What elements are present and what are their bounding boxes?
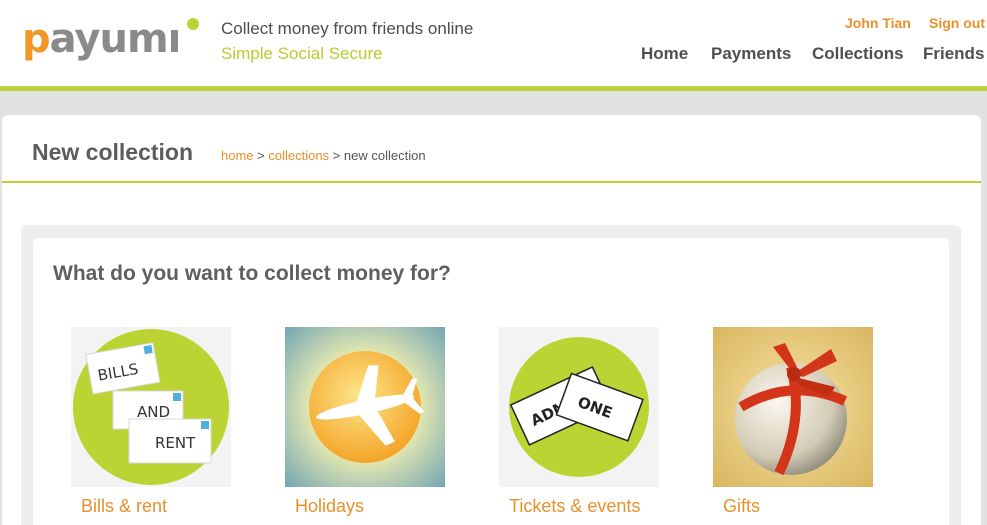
category-question: What do you want to collect money for? xyxy=(53,262,451,285)
category-bills-rent[interactable]: BILLS AND RENT Bills & rent xyxy=(71,327,231,525)
nav-payments[interactable]: Payments xyxy=(711,44,791,64)
breadcrumb-home[interactable]: home xyxy=(221,148,254,163)
nav-home[interactable]: Home xyxy=(641,44,688,64)
breadcrumb: home > collections > new collection xyxy=(221,148,426,163)
title-divider xyxy=(2,181,981,183)
page-title: New collection xyxy=(32,139,194,165)
category-label: Holidays xyxy=(295,496,365,516)
breadcrumb-current: new collection xyxy=(343,148,426,163)
payumi-logo[interactable]: payumı xyxy=(22,18,202,70)
rent-art-text: RENT xyxy=(155,434,196,452)
category-label: Tickets & events xyxy=(509,496,641,516)
header-divider xyxy=(0,86,987,91)
ticket-icon: ADMIT ONE xyxy=(499,327,659,487)
sign-out-link[interactable]: Sign out xyxy=(929,15,985,31)
bills-icon: BILLS AND RENT xyxy=(71,327,231,487)
nav-collections[interactable]: Collections xyxy=(812,44,904,64)
slogan: Simple Social Secure xyxy=(221,44,383,63)
site-header: payumı Collect money from friends online… xyxy=(0,0,987,86)
category-tickets-events[interactable]: ADMIT ONE Tickets & events xyxy=(499,327,659,525)
breadcrumb-separator: > xyxy=(253,148,269,163)
breadcrumb-separator: > xyxy=(329,148,344,163)
airplane-icon xyxy=(285,327,445,487)
tagline: Collect money from friends online xyxy=(221,19,474,38)
category-label: Bills & rent xyxy=(81,496,168,516)
category-holidays[interactable]: Holidays xyxy=(285,327,445,525)
breadcrumb-collections[interactable]: collections xyxy=(268,148,329,163)
and-art-text: AND xyxy=(137,403,170,421)
category-label: Gifts xyxy=(723,496,761,516)
category-gifts[interactable]: Gifts xyxy=(713,327,873,525)
svg-text:payumı: payumı xyxy=(22,18,180,62)
nav-friends[interactable]: Friends xyxy=(923,44,984,64)
user-name-link[interactable]: John Tian xyxy=(845,15,911,31)
gift-icon xyxy=(713,327,873,487)
